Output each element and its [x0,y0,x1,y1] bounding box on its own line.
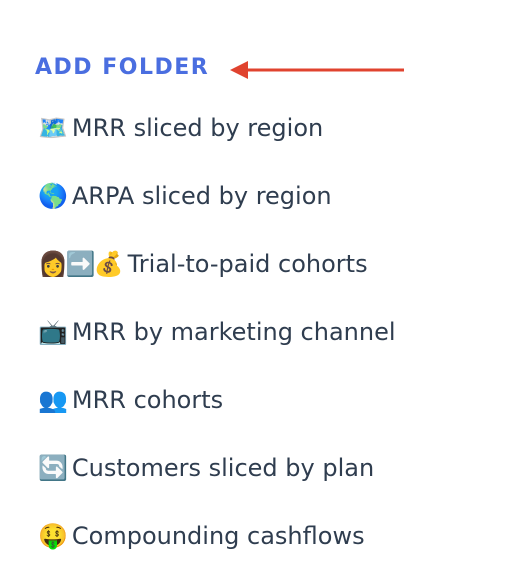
folder-list: 🗺️ MRR sliced by region 🌎 ARPA sliced by… [38,112,396,588]
list-item-label: MRR by marketing channel [71,318,396,346]
list-item[interactable]: 🔄 Customers sliced by plan [38,452,396,520]
list-item[interactable]: 🌎 ARPA sliced by region [38,180,396,248]
television-icon: 📺 [38,318,68,346]
money-mouth-icon: 🤑 [38,522,68,550]
map-icon: 🗺️ [38,114,68,142]
list-item[interactable]: 🗺️ MRR sliced by region [38,112,396,180]
person-arrow-moneybag-icon: 👩➡️💰 [38,250,124,278]
add-folder-button[interactable]: ADD FOLDER [35,54,209,82]
people-icon: 👥 [38,386,68,414]
list-item-label: Compounding cashflows [71,522,365,550]
list-item-label: MRR sliced by region [71,114,324,142]
list-item-label: MRR cohorts [71,386,224,414]
globe-icon: 🌎 [38,182,68,210]
list-item[interactable]: 📺 MRR by marketing channel [38,316,396,384]
list-item-label: Trial-to-paid cohorts [127,250,368,278]
list-item[interactable]: 👥 MRR cohorts [38,384,396,452]
list-item[interactable]: 🤑 Compounding cashflows [38,520,396,588]
refresh-icon: 🔄 [38,454,68,482]
list-item-label: ARPA sliced by region [71,182,332,210]
list-item[interactable]: 👩➡️💰 Trial-to-paid cohorts [38,248,396,316]
list-item-label: Customers sliced by plan [71,454,375,482]
arrow-left-icon [230,61,404,79]
